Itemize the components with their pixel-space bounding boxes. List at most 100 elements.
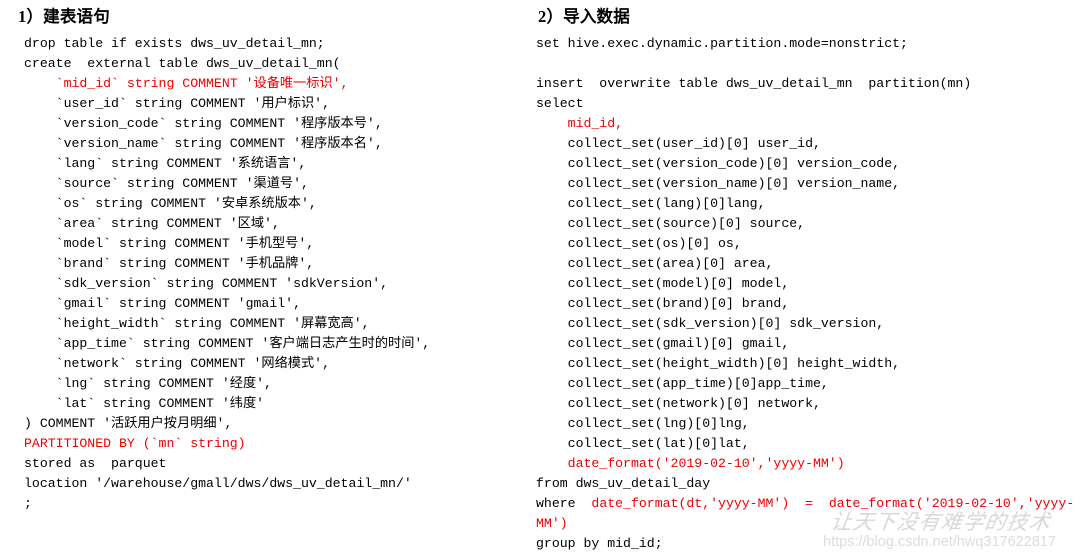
code-token: `lng` string COMMENT '经度', bbox=[24, 376, 272, 391]
code-token: `gmail` string COMMENT 'gmail', bbox=[24, 296, 301, 311]
code-token: `user_id` string COMMENT '用户标识', bbox=[24, 96, 330, 111]
code-line: collect_set(user_id)[0] user_id, bbox=[536, 134, 1085, 154]
code-token: ) COMMENT '活跃用户按月明细', bbox=[24, 416, 233, 431]
right-section-heading: 2）导入数据 bbox=[538, 7, 630, 26]
code-line: `network` string COMMENT '网络模式', bbox=[24, 354, 528, 374]
code-line: PARTITIONED BY (`mn` string) bbox=[24, 434, 528, 454]
code-line: insert overwrite table dws_uv_detail_mn … bbox=[536, 74, 1085, 94]
code-token: ; bbox=[24, 496, 32, 511]
code-line: `user_id` string COMMENT '用户标识', bbox=[24, 94, 528, 114]
code-line: date_format('2019-02-10','yyyy-MM') bbox=[536, 454, 1085, 474]
code-line: group by mid_id; bbox=[536, 534, 1085, 554]
code-token: collect_set(lang)[0]lang, bbox=[536, 196, 766, 211]
code-line: collect_set(model)[0] model, bbox=[536, 274, 1085, 294]
code-line: `os` string COMMENT '安卓系统版本', bbox=[24, 194, 528, 214]
code-token: `version_name` string COMMENT '程序版本名', bbox=[24, 136, 383, 151]
code-token: collect_set(app_time)[0]app_time, bbox=[536, 376, 829, 391]
left-section-heading: 1）建表语句 bbox=[18, 7, 110, 26]
code-line: `source` string COMMENT '渠道号', bbox=[24, 174, 528, 194]
code-token: create external table dws_uv_detail_mn( bbox=[24, 56, 341, 71]
code-line: `area` string COMMENT '区域', bbox=[24, 214, 528, 234]
code-token: collect_set(height_width)[0] height_widt… bbox=[536, 356, 901, 371]
code-line: collect_set(version_code)[0] version_cod… bbox=[536, 154, 1085, 174]
create-table-code-block: drop table if exists dws_uv_detail_mn;cr… bbox=[24, 34, 528, 514]
code-token: select bbox=[536, 96, 584, 111]
code-token: location '/warehouse/gmall/dws/dws_uv_de… bbox=[24, 476, 412, 491]
code-token: collect_set(lng)[0]lng, bbox=[536, 416, 750, 431]
code-token: collect_set(os)[0] os, bbox=[536, 236, 742, 251]
code-token: `lang` string COMMENT '系统语言', bbox=[24, 156, 307, 171]
code-token: collect_set(network)[0] network, bbox=[536, 396, 821, 411]
code-line: `mid_id` string COMMENT '设备唯一标识', bbox=[24, 74, 528, 94]
code-token: `source` string COMMENT '渠道号', bbox=[24, 176, 309, 191]
code-token: collect_set(version_name)[0] version_nam… bbox=[536, 176, 901, 191]
code-line: set hive.exec.dynamic.partition.mode=non… bbox=[536, 34, 1085, 54]
code-line: collect_set(source)[0] source, bbox=[536, 214, 1085, 234]
code-token: collect_set(source)[0] source, bbox=[536, 216, 806, 231]
code-line: collect_set(height_width)[0] height_widt… bbox=[536, 354, 1085, 374]
code-line: `lng` string COMMENT '经度', bbox=[24, 374, 528, 394]
code-line: select bbox=[536, 94, 1085, 114]
code-token-highlight: PARTITIONED BY (`mn` string) bbox=[24, 436, 246, 451]
code-token: collect_set(version_code)[0] version_cod… bbox=[536, 156, 901, 171]
code-token: `network` string COMMENT '网络模式', bbox=[24, 356, 330, 371]
code-token: collect_set(model)[0] model, bbox=[536, 276, 790, 291]
code-line: collect_set(gmail)[0] gmail, bbox=[536, 334, 1085, 354]
code-line: ) COMMENT '活跃用户按月明细', bbox=[24, 414, 528, 434]
code-token: set hive.exec.dynamic.partition.mode=non… bbox=[536, 36, 908, 51]
code-line: collect_set(os)[0] os, bbox=[536, 234, 1085, 254]
code-line: where date_format(dt,'yyyy-MM') = date_f… bbox=[536, 494, 1085, 534]
code-line: create external table dws_uv_detail_mn( bbox=[24, 54, 528, 74]
right-column: 2）导入数据 set hive.exec.dynamic.partition.m… bbox=[528, 0, 1085, 554]
code-line: ; bbox=[24, 494, 528, 514]
code-line: `model` string COMMENT '手机型号', bbox=[24, 234, 528, 254]
code-token-highlight: date_format('2019-02-10','yyyy-MM') bbox=[536, 456, 845, 471]
code-token: `area` string COMMENT '区域', bbox=[24, 216, 280, 231]
code-line: collect_set(lng)[0]lng, bbox=[536, 414, 1085, 434]
code-line: collect_set(lang)[0]lang, bbox=[536, 194, 1085, 214]
code-token: collect_set(gmail)[0] gmail, bbox=[536, 336, 790, 351]
code-token-highlight: `mid_id` string COMMENT '设备唯一标识', bbox=[24, 76, 349, 91]
left-column: 1）建表语句 drop table if exists dws_uv_detai… bbox=[8, 0, 528, 514]
page-root: 1）建表语句 drop table if exists dws_uv_detai… bbox=[0, 0, 1085, 560]
code-token: `lat` string COMMENT '纬度' bbox=[24, 396, 265, 411]
code-line: `sdk_version` string COMMENT 'sdkVersion… bbox=[24, 274, 528, 294]
code-token: collect_set(area)[0] area, bbox=[536, 256, 774, 271]
code-line: collect_set(version_name)[0] version_nam… bbox=[536, 174, 1085, 194]
code-line: `app_time` string COMMENT '客户端日志产生时的时间', bbox=[24, 334, 528, 354]
code-token: `version_code` string COMMENT '程序版本号', bbox=[24, 116, 383, 131]
code-line: location '/warehouse/gmall/dws/dws_uv_de… bbox=[24, 474, 528, 494]
code-token: group by mid_id; bbox=[536, 536, 663, 551]
code-line: mid_id, bbox=[536, 114, 1085, 134]
code-token: `sdk_version` string COMMENT 'sdkVersion… bbox=[24, 276, 389, 291]
code-line: collect_set(sdk_version)[0] sdk_version, bbox=[536, 314, 1085, 334]
insert-data-code-block: set hive.exec.dynamic.partition.mode=non… bbox=[536, 34, 1085, 554]
code-token: from dws_uv_detail_day bbox=[536, 476, 711, 491]
code-line: `lang` string COMMENT '系统语言', bbox=[24, 154, 528, 174]
code-token: `model` string COMMENT '手机型号', bbox=[24, 236, 315, 251]
code-line: collect_set(area)[0] area, bbox=[536, 254, 1085, 274]
code-line: collect_set(network)[0] network, bbox=[536, 394, 1085, 414]
code-line: collect_set(app_time)[0]app_time, bbox=[536, 374, 1085, 394]
code-token: collect_set(lat)[0]lat, bbox=[536, 436, 750, 451]
code-token: collect_set(brand)[0] brand, bbox=[536, 296, 790, 311]
code-line: stored as parquet bbox=[24, 454, 528, 474]
code-token: insert overwrite table dws_uv_detail_mn … bbox=[536, 76, 972, 91]
code-line: from dws_uv_detail_day bbox=[536, 474, 1085, 494]
code-token: drop table if exists dws_uv_detail_mn; bbox=[24, 36, 325, 51]
code-token: `app_time` string COMMENT '客户端日志产生时的时间', bbox=[24, 336, 431, 351]
code-line: `version_name` string COMMENT '程序版本名', bbox=[24, 134, 528, 154]
code-token: where bbox=[536, 496, 592, 511]
code-line: drop table if exists dws_uv_detail_mn; bbox=[24, 34, 528, 54]
code-line: `gmail` string COMMENT 'gmail', bbox=[24, 294, 528, 314]
code-token-highlight: mid_id, bbox=[536, 116, 624, 131]
code-token: stored as parquet bbox=[24, 456, 167, 471]
code-line: `version_code` string COMMENT '程序版本号', bbox=[24, 114, 528, 134]
code-line: `lat` string COMMENT '纬度' bbox=[24, 394, 528, 414]
code-token: `height_width` string COMMENT '屏幕宽高', bbox=[24, 316, 370, 331]
code-token: `os` string COMMENT '安卓系统版本', bbox=[24, 196, 317, 211]
code-token: `brand` string COMMENT '手机品牌', bbox=[24, 256, 315, 271]
code-token: collect_set(user_id)[0] user_id, bbox=[536, 136, 821, 151]
code-line: collect_set(brand)[0] brand, bbox=[536, 294, 1085, 314]
